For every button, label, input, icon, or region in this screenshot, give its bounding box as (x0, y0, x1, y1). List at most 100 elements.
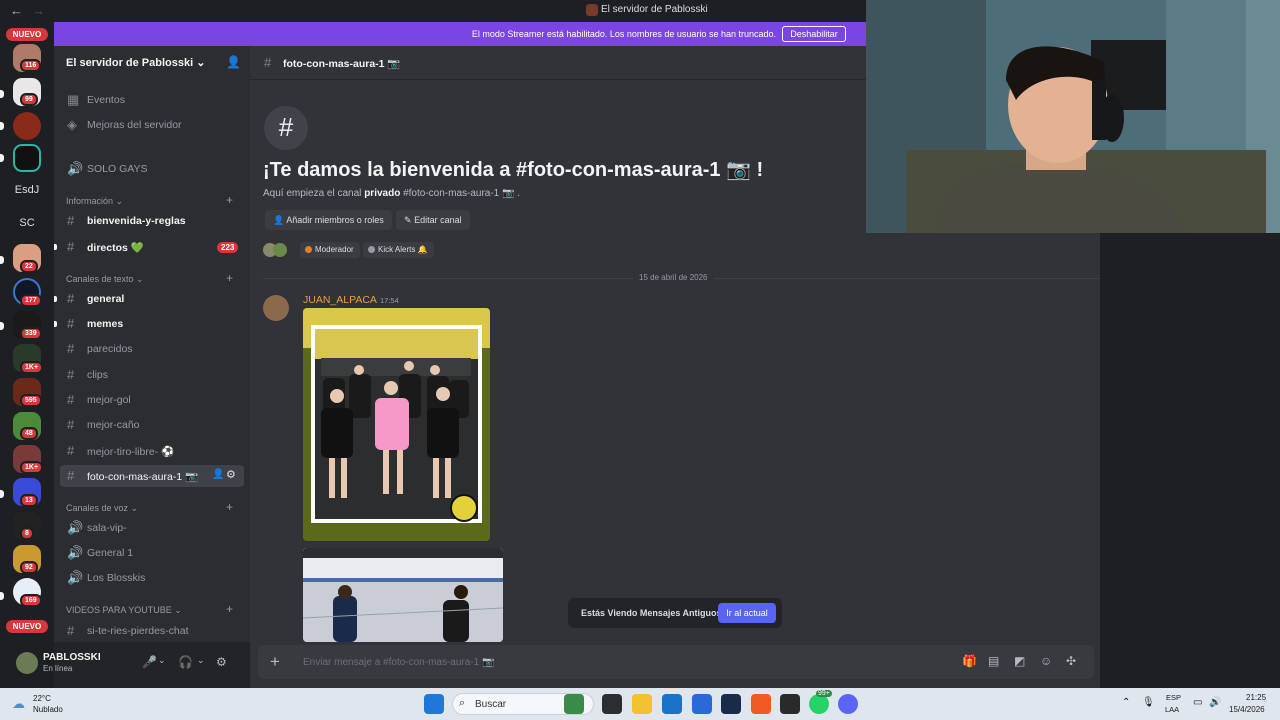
server-icon-esdj[interactable]: EsdJ (0, 184, 54, 196)
mention-count-badge: 223 (217, 242, 239, 253)
channel-item[interactable]: # general (60, 288, 244, 310)
channel-label: directos 💚 (87, 242, 144, 254)
windows-start-icon[interactable] (424, 694, 444, 714)
category-label: Canales de voz (66, 503, 129, 513)
add-channel-icon[interactable]: + (226, 193, 233, 207)
brave-icon[interactable] (751, 694, 771, 714)
server-name-header[interactable]: El servidor de Pablosski ⌄ (66, 56, 205, 69)
disable-streamer-button[interactable]: Deshabilitar (782, 26, 846, 42)
outlook-icon[interactable] (692, 694, 712, 714)
server-icon-sc[interactable]: SC (0, 217, 54, 229)
jump-to-present-button[interactable]: Ir al actual (718, 603, 776, 623)
display-icon[interactable]: ▭ (1193, 697, 1202, 708)
server-icon[interactable] (13, 112, 41, 140)
events-item[interactable]: ▦ Eventos (60, 89, 244, 111)
category-text[interactable]: Canales de texto ⌄ (66, 274, 144, 285)
apps-icon[interactable]: ✣ (1066, 654, 1076, 668)
add-attachment-icon[interactable]: + (270, 652, 280, 672)
weather-desc: Nublado (33, 705, 63, 714)
unread-pip (0, 90, 4, 98)
voice-channel-item[interactable]: 🔊 SOLO GAYS (60, 158, 244, 180)
forward-arrow-icon[interactable]: → (32, 3, 45, 18)
whatsapp-icon[interactable] (809, 694, 829, 714)
role-chip[interactable]: Moderador (300, 242, 360, 258)
category-voice[interactable]: Canales de voz ⌄ (66, 503, 138, 514)
add-members-button[interactable]: 👤 Añadir miembros o roles (265, 210, 392, 230)
category-info[interactable]: Información ⌄ (66, 196, 123, 207)
hash-icon: # (67, 341, 75, 356)
hash-icon: # (67, 443, 75, 458)
language-indicator[interactable]: ESP (1166, 693, 1181, 702)
widget-icon[interactable] (564, 694, 584, 714)
channel-item[interactable]: # si-te-ries-pierdes-chat (60, 620, 244, 642)
add-channel-icon[interactable]: + (226, 500, 233, 514)
channel-item[interactable]: # mejor-caño (60, 414, 244, 436)
volume-icon[interactable]: 🔊 (1209, 697, 1221, 708)
chevron-up-icon[interactable]: ⌃ (1122, 697, 1130, 708)
message-composer[interactable]: + Enviar mensaje a #foto-con-mas-aura-1 … (258, 645, 1094, 679)
hash-icon: # (67, 316, 75, 331)
role-color-dot (305, 246, 312, 253)
channel-item[interactable]: # mejor-gol (60, 389, 244, 411)
welcome-title: ¡Te damos la bienvenida a #foto-con-mas-… (263, 159, 764, 181)
message-input[interactable]: Enviar mensaje a #foto-con-mas-aura-1 📷 (303, 657, 494, 668)
headphones-icon[interactable]: 🎧 (178, 655, 193, 669)
file-explorer-icon[interactable] (632, 694, 652, 714)
voice-channel-item[interactable]: 🔊 Los Blosskis (60, 567, 244, 589)
channel-item[interactable]: # clips (60, 364, 244, 386)
add-channel-icon[interactable]: + (226, 602, 233, 616)
emoji-icon[interactable]: ☺ (1040, 654, 1052, 668)
gift-icon[interactable]: 🎁 (962, 654, 977, 668)
boosts-item[interactable]: ◈ Mejoras del servidor (60, 114, 244, 136)
cloud-icon[interactable]: ☁ (12, 696, 25, 712)
server-icon[interactable] (13, 144, 41, 172)
avatar[interactable] (16, 652, 38, 674)
server-name: El servidor de Pablosski (66, 57, 194, 69)
edit-channel-button[interactable]: ✎ Editar canal (396, 210, 470, 230)
gear-icon[interactable]: ⚙ (216, 655, 227, 669)
channel-item[interactable]: # parecidos (60, 338, 244, 360)
channel-item[interactable]: # memes (60, 313, 244, 335)
search-icon: ⌕ (459, 697, 466, 709)
new-pill-top[interactable]: NUEVO (6, 28, 48, 41)
gear-icon[interactable]: ⚙ (226, 468, 236, 481)
message-timestamp: 17:54 (380, 296, 399, 305)
chevron-down-icon[interactable]: ⌄ (197, 655, 205, 666)
channel-item-active[interactable]: # foto-con-mas-aura-1 📷 👤 ⚙ (60, 465, 244, 487)
chevron-down-icon[interactable]: ⌄ (158, 655, 166, 666)
steam-icon[interactable] (721, 694, 741, 714)
username[interactable]: PABLOSSKI (43, 652, 101, 663)
channel-item[interactable]: # bienvenida-y-reglas (60, 210, 244, 232)
invite-people-icon[interactable]: 👤 (226, 55, 241, 69)
microphone-icon[interactable]: 🎤 (142, 655, 157, 669)
discord-icon[interactable] (838, 694, 858, 714)
unread-indicator (54, 296, 57, 302)
clock-time[interactable]: 21:25 (1246, 693, 1266, 702)
add-member-icon[interactable]: 👤 (212, 469, 224, 480)
window-title: El servidor de Pablosski (601, 4, 708, 15)
store-icon[interactable] (662, 694, 682, 714)
message-image-team-photo[interactable] (303, 308, 490, 541)
avatar[interactable] (263, 295, 289, 321)
channel-label: general (87, 293, 125, 305)
weather-temp[interactable]: 22°C (33, 694, 51, 703)
message-author[interactable]: JUAN_ALPACA (303, 294, 377, 306)
task-view-icon[interactable] (602, 694, 622, 714)
speaker-icon: 🔊 (67, 520, 84, 535)
message-image-futsal[interactable] (303, 548, 503, 642)
new-pill-bottom[interactable]: NUEVO (6, 620, 48, 633)
add-channel-icon[interactable]: + (226, 271, 233, 285)
voice-channel-item[interactable]: 🔊 sala-vip- (60, 517, 244, 539)
role-chip[interactable]: Kick Alerts 🔔 (363, 242, 434, 258)
microphone-icon[interactable]: 🎙 (1142, 697, 1155, 708)
gif-icon[interactable]: ▤ (988, 654, 999, 668)
member-avatars[interactable] (263, 242, 291, 258)
voice-channel-item[interactable]: 🔊 General 1 (60, 542, 244, 564)
mention-badge: 8 (20, 527, 34, 540)
back-arrow-icon[interactable]: ← (10, 3, 23, 18)
sticker-icon[interactable]: ◩ (1014, 654, 1025, 668)
channel-item[interactable]: # mejor-tiro-libre- ⚽ (60, 440, 244, 462)
app-icon[interactable] (780, 694, 800, 714)
boosts-label: Mejoras del servidor (87, 119, 182, 131)
category-youtube[interactable]: VIDEOS PARA YOUTUBE ⌄ (66, 605, 182, 616)
